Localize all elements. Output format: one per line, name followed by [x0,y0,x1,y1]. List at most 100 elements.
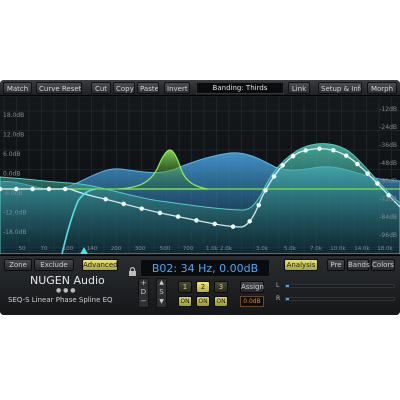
eq-graph[interactable]: 18.0dB 12.0dB 6.0dB 0.0dB -6.0dB -12.0dB -18.0… [0,97,400,254]
meter-l [285,284,395,288]
control-panel: Zone Exclude Advanced B02: 34 Hz, 0.00dB… [0,255,400,315]
right-db-label: -48dB [379,160,397,167]
curve-reset-button[interactable]: Curve Reset [36,82,82,94]
band-2-on-toggle[interactable]: ON [196,296,210,307]
exclude-button[interactable]: Exclude [34,259,74,271]
down-triangle-icon[interactable]: ▼ [157,298,166,305]
curve-node[interactable] [343,153,349,159]
band-readout: B02: 34 Hz, 0.00dB [140,259,270,277]
brand-dots: ● ● ● [56,287,76,294]
freq-label: 1.0k [206,246,219,252]
freq-label: 140 [87,246,98,252]
advanced-button[interactable]: Advanced [82,259,118,271]
curve-node[interactable] [230,224,236,229]
curve-node[interactable] [103,196,108,202]
freq-label: 7.0k [310,246,323,252]
toolbar: Match Curve Reset Cut Copy Paste Invert … [0,80,400,96]
eq-plugin-window: Match Curve Reset Cut Copy Paste Invert … [0,80,400,315]
freq-label: 50 [19,246,26,252]
curve-node[interactable] [175,214,181,219]
match-button[interactable]: Match [3,82,32,94]
band-2-button[interactable]: 2 [196,281,210,293]
bands-button[interactable]: Bands [347,259,370,271]
curve-node[interactable] [194,218,199,223]
meter-l-level [286,285,289,287]
up-triangle-icon[interactable]: ▲ [157,279,166,286]
freq-label: 5.0k [284,246,297,252]
freq-label: 10.0k [330,246,346,252]
s-label: S [159,288,164,296]
freq-label: 18.0k [377,246,393,252]
zone-button[interactable]: Zone [4,259,32,271]
copy-button[interactable]: Copy [113,82,135,94]
curve-node[interactable] [256,202,262,208]
right-db-label: -36dB [379,142,397,149]
left-db-label: 18.0dB [3,112,24,119]
gain-readout[interactable]: 0.0dB [240,296,264,307]
freq-label: 70 [41,246,48,252]
freq-label: 3.0k [256,246,269,252]
left-db-label: 6.0dB [3,151,20,158]
curve-node[interactable] [30,186,35,192]
morph-button[interactable]: Morph [367,82,397,94]
pre-button[interactable]: Pre [327,259,345,271]
curve-node[interactable] [247,219,252,224]
right-db-label: -84dB [379,214,397,221]
freq-label: 100 [63,246,74,252]
curve-node[interactable] [317,146,322,151]
freq-label: 14.0k [354,246,370,252]
link-button[interactable]: Link [288,82,310,94]
banding-selector[interactable]: Banding: Thirds [196,82,284,94]
left-db-label: 12.0dB [3,132,24,139]
meter-r-level [286,298,289,300]
colors-button[interactable]: Colors [371,259,395,271]
meter-l-label: L [276,282,280,289]
curve-node[interactable] [212,221,217,227]
band-1-button[interactable]: 1 [178,281,192,293]
up-arrow-icon[interactable]: + [139,279,148,287]
curve-node[interactable] [355,161,360,167]
analysis-button[interactable]: Analysis [284,259,318,271]
curve-node[interactable] [280,163,286,168]
curve-node[interactable] [121,201,126,207]
left-db-label: 0.0dB [3,171,20,178]
curve-node[interactable] [365,171,370,176]
curve-node[interactable] [271,174,277,179]
meter-r [285,297,395,301]
lock-icon[interactable] [128,261,137,276]
band-3-on-toggle[interactable]: ON [214,296,228,307]
right-db-label: -12dB [379,106,397,113]
band-1-on-toggle[interactable]: ON [178,296,192,307]
curve-node[interactable] [139,206,144,211]
curve-node[interactable] [263,188,268,193]
right-db-label: -60dB [379,178,397,185]
right-db-label: -72dB [379,196,397,203]
freq-label: 500 [160,246,171,252]
curve-node[interactable] [157,210,163,216]
s-stepper[interactable]: ▲ S ▼ [156,278,167,308]
curve-node[interactable] [330,148,336,153]
right-db-label: -24dB [379,124,397,131]
d-stepper[interactable]: + D − [138,278,149,308]
freq-label: 2.0k [220,246,233,252]
cut-button[interactable]: Cut [91,82,111,94]
curve-node[interactable] [290,153,296,159]
left-db-label: -18.0dB [3,229,26,236]
eq-display[interactable]: 18.0dB 12.0dB 6.0dB 0.0dB -6.0dB -12.0dB -18.0… [0,97,400,254]
freq-label: 300 [135,246,146,252]
assign-button[interactable]: Assign [240,281,264,293]
product-name: SEQ-S Linear Phase Spline EQ [8,296,113,304]
setup-info-button[interactable]: Setup & Info [318,82,362,94]
band-3-button[interactable]: 3 [214,281,228,293]
curve-node[interactable] [303,148,309,153]
down-arrow-icon[interactable]: − [139,297,148,305]
d-label: D [140,288,147,296]
brand-name: NUGEN Audio [30,274,105,287]
left-db-label: -12.0dB [3,210,26,217]
right-db-label: -96dB [379,232,397,239]
paste-button[interactable]: Paste [137,82,159,94]
invert-button[interactable]: Invert [164,82,190,94]
curve-node[interactable] [46,186,52,192]
curve-node[interactable] [62,186,68,192]
left-db-label: -6.0dB [3,190,23,197]
